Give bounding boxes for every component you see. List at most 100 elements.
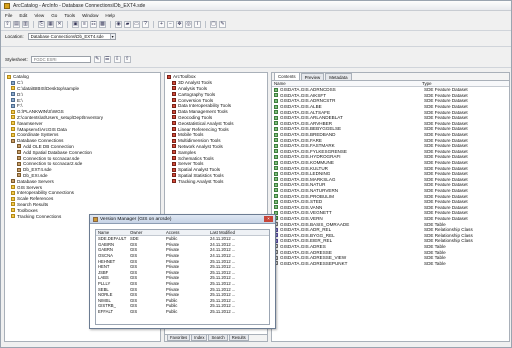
table-row[interactable]: GISDATA.GIS.BEBYGGELSE SDE Feature Datase…: [274, 126, 509, 132]
table-row[interactable]: GISDATA.GIS.STED SDE Feature Dataset: [274, 199, 509, 205]
version-row[interactable]: LABS GIS Private 25.11.2012 ...: [96, 275, 269, 281]
table-row[interactable]: GISDATA.GIS.PROBULIM SDE Feature Dataset: [274, 193, 509, 199]
connect-folder-icon[interactable]: ▤: [13, 20, 20, 28]
table-row[interactable]: GISDATA.GIS.FASTMARK SDE Feature Dataset: [274, 143, 509, 149]
export-metadata-icon[interactable]: ⇧: [123, 55, 131, 63]
table-row[interactable]: GISDATA.GIS.ARVHBER SDE Feature Dataset: [274, 121, 509, 127]
close-icon[interactable]: ×: [264, 216, 273, 222]
metadata-properties-icon[interactable]: ☰: [103, 55, 111, 63]
version-row[interactable]: HENT GIS Private 25.11.2012 ...: [96, 264, 269, 270]
column-access[interactable]: Access: [166, 230, 210, 235]
delete-icon[interactable]: ✕: [56, 20, 63, 28]
table-row[interactable]: GISDATA.GIS.ARLANDEBLAT SDE Feature Datas…: [274, 115, 509, 121]
version-row[interactable]: GABIRN GIS Private 24.11.2012 ...: [96, 242, 269, 248]
menu-file[interactable]: File: [5, 13, 12, 18]
contents-panel: Contents Preview Metadata Name Type GISD…: [271, 72, 510, 342]
table-row[interactable]: GISDATA.GIS.MARKSLAG SDE Feature Dataset: [274, 177, 509, 183]
table-row[interactable]: GISDATA.GIS.FYLKESGRENSE SDE Feature Data…: [274, 149, 509, 155]
tab-search[interactable]: Search: [208, 335, 228, 341]
table-row[interactable]: GISDATA.GIS.NATURVERN SDE Feature Dataset: [274, 188, 509, 194]
table-row[interactable]: GISDATA.GIS.KOMMUNE SDE Feature Dataset: [274, 160, 509, 166]
table-row[interactable]: GISDATA.GIS.VERN SDE Feature Dataset: [274, 216, 509, 222]
identify-icon[interactable]: i: [194, 20, 201, 28]
table-row[interactable]: GISDATA.GIS.FARE SDE Feature Dataset: [274, 137, 509, 143]
menu-help[interactable]: Help: [105, 13, 114, 18]
table-row[interactable]: GISDATA.GIS.VEGNETT SDE Feature Dataset: [274, 210, 509, 216]
table-row[interactable]: GISDATA.GIS.ALBE SDE Feature Dataset: [274, 104, 509, 110]
tab-favorites[interactable]: Favorites: [167, 335, 191, 341]
table-row[interactable]: GISDATA.GIS.VANN SDE Feature Dataset: [274, 204, 509, 210]
table-row[interactable]: GISDATA.GIS.ADRESSE SDE Table: [274, 249, 509, 255]
location-combo[interactable]: Database Connections\Db_EXT4.sde ▾: [27, 32, 116, 40]
table-row[interactable]: GISDATA.GIS.AIKSFT SDE Feature Dataset: [274, 93, 509, 99]
edit-metadata-icon[interactable]: ✎: [93, 55, 101, 63]
list-icon[interactable]: ≡: [81, 20, 88, 28]
table-row[interactable]: GISDATA.GIS.BASIS_OMRAADE SDE Table: [274, 221, 509, 227]
table-row[interactable]: GISDATA.GIS.ADRNCSTR SDE Feature Dataset: [274, 98, 509, 104]
table-row[interactable]: GISDATA.GIS.LEDNING SDE Feature Dataset: [274, 171, 509, 177]
arctoolbox-icon[interactable]: ▰: [124, 20, 131, 28]
copy-icon[interactable]: ⎘: [38, 20, 45, 28]
import-metadata-icon[interactable]: ⇩: [113, 55, 121, 63]
tab-preview[interactable]: Preview: [300, 73, 325, 80]
table-row[interactable]: GISDATA.GIS.ADRESSE_VIEW SDE Table: [274, 255, 509, 261]
chevron-down-icon[interactable]: ▾: [109, 33, 115, 39]
menu-tools[interactable]: Tools: [64, 13, 75, 18]
feature-dataset-icon: [274, 104, 278, 109]
tab-results[interactable]: Results: [228, 335, 249, 341]
version-row[interactable]: JSBF GIS Private 25.11.2012 ...: [96, 270, 269, 276]
table-row[interactable]: GISDATA.GIS.KULTUR SDE Feature Dataset: [274, 165, 509, 171]
table-row[interactable]: GISDATA.GIS.ADRNCDSS SDE Feature Dataset: [274, 87, 509, 93]
version-row[interactable]: PLLLY GIS Private 25.11.2012 ...: [96, 281, 269, 287]
version-row[interactable]: OSCNA GIS Private 24.11.2012 ...: [96, 253, 269, 259]
large-icons-icon[interactable]: ▣: [72, 20, 79, 28]
paste-icon[interactable]: ▦: [47, 20, 54, 28]
create-thumbnail-icon[interactable]: ▢: [210, 20, 217, 28]
version-name: LABS: [98, 275, 109, 281]
table-row[interactable]: GISDATA.GIS.ALTSAFE SDE Feature Dataset: [274, 109, 509, 115]
tab-metadata[interactable]: Metadata: [325, 73, 352, 80]
version-row[interactable]: HEHNET GIS Private 25.11.2012 ...: [96, 258, 269, 264]
table-row[interactable]: GISDATA.GIS.ADRESSEPUNKT SDE Table: [274, 260, 509, 266]
version-row[interactable]: GISTRB_ GIS Public 25.11.2012 ...: [96, 303, 269, 309]
version-row[interactable]: NIMSL GIS Public 25.11.2012 ...: [96, 298, 269, 304]
stylesheet-combo[interactable]: FGDC ESRI: [30, 55, 91, 63]
menu-go[interactable]: Go: [51, 13, 57, 18]
row-name: GISDATA.GIS.MARKSLAG: [280, 176, 336, 182]
toolbox-item[interactable]: Tracking Analyst Tools: [167, 178, 265, 184]
command-line-icon[interactable]: ▭: [133, 20, 140, 28]
table-row[interactable]: GISDATA.GIS.ADRES SDE Table: [274, 244, 509, 250]
disconnect-folder-icon[interactable]: ▥: [22, 20, 29, 28]
column-last-modified[interactable]: Last Modified: [210, 230, 268, 235]
zoom-in-icon[interactable]: +: [158, 20, 165, 28]
thumbnails-icon[interactable]: ▩: [99, 20, 106, 28]
menu-view[interactable]: View: [34, 13, 44, 18]
column-name[interactable]: Name: [96, 230, 130, 235]
version-row[interactable]: SDE.DEFAULT SDE Public 24.11.2012 ...: [96, 236, 269, 242]
pan-icon[interactable]: ✥: [176, 20, 183, 28]
tab-contents[interactable]: Contents: [274, 73, 300, 80]
whats-this-icon[interactable]: ?: [142, 20, 149, 28]
up-one-level-icon[interactable]: ⇧: [4, 20, 11, 28]
details-icon[interactable]: ☷: [90, 20, 97, 28]
metadata-icon[interactable]: ✎: [219, 20, 226, 28]
column-type[interactable]: Type: [422, 81, 507, 86]
full-extent-icon[interactable]: ◎: [185, 20, 192, 28]
menu-window[interactable]: Window: [82, 13, 98, 18]
launch-arcmap-icon[interactable]: ◉: [115, 20, 122, 28]
version-row[interactable]: EFFALT GIS Public 25.11.2012 ...: [96, 309, 269, 315]
column-owner[interactable]: Owner: [130, 230, 166, 235]
table-row[interactable]: GISDATA.GIS.ADR_REL SDE Relationship Clas…: [274, 227, 509, 233]
tab-index[interactable]: Index: [191, 335, 208, 341]
menu-edit[interactable]: Edit: [19, 13, 27, 18]
table-row[interactable]: GISDATA.GIS.BREDBAND SDE Feature Dataset: [274, 132, 509, 138]
table-row[interactable]: GISDATA.GIS.BYGG_REL SDE Relationship Cla…: [274, 232, 509, 238]
table-row[interactable]: GISDATA.GIS.EIER_REL SDE Relationship Cla…: [274, 238, 509, 244]
table-row[interactable]: GISDATA.GIS.NATUR SDE Feature Dataset: [274, 182, 509, 188]
version-row[interactable]: GABRN GIS Private 24.11.2012 ...: [96, 247, 269, 253]
version-row[interactable]: SEBL GIS Private 25.11.2012 ...: [96, 286, 269, 292]
zoom-out-icon[interactable]: −: [167, 20, 174, 28]
version-row[interactable]: NORLE GIS Private 25.11.2012 ...: [96, 292, 269, 298]
table-row[interactable]: GISDATA.GIS.HYDROGRAFI SDE Feature Datase…: [274, 154, 509, 160]
column-name[interactable]: Name: [272, 81, 422, 86]
